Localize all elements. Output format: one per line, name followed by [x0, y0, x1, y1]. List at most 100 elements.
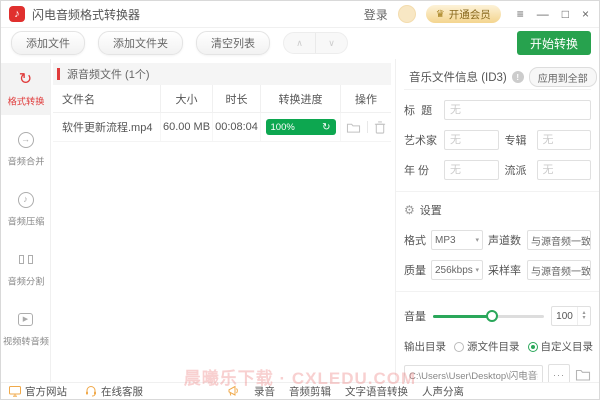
sidebar-item-format-convert[interactable]: ↻ 格式转换	[1, 63, 50, 115]
file-list-panel: 源音频文件 (1个) 文件名 大小 时长 转换进度 操作 软件更新流程.mp4 …	[53, 63, 391, 142]
monitor-icon	[9, 386, 21, 397]
add-file-button[interactable]: 添加文件	[11, 31, 85, 55]
spin-down-icon[interactable]: ▾	[582, 316, 585, 321]
title-field[interactable]	[444, 100, 591, 120]
volume-value: 100	[552, 311, 577, 322]
statusbar-link-tts[interactable]: 文字语音转换	[345, 384, 408, 399]
radio-source-label: 源文件目录	[467, 339, 520, 354]
open-output-folder-icon[interactable]	[575, 368, 591, 382]
file-list-header: 源音频文件 (1个)	[53, 63, 391, 85]
online-support-link[interactable]: 在线客服	[85, 384, 143, 399]
channels-value: 与源音频一致	[531, 233, 591, 248]
apply-all-button[interactable]: 应用到全部	[529, 67, 597, 87]
artist-field-label: 艺术家	[404, 132, 438, 148]
reconvert-icon[interactable]: ↻	[322, 122, 330, 133]
channels-select[interactable]: 与源音频一致 ▾	[527, 230, 591, 250]
id3-header: 音乐文件信息 (ID3) ! 应用到全部	[404, 65, 591, 90]
radio-checked-icon	[528, 342, 538, 352]
output-dir-label: 输出目录	[404, 339, 446, 354]
sidebar-item-label: 音频合并	[7, 153, 44, 167]
sidebar-item-label: 音频分割	[7, 273, 44, 287]
table-header: 文件名 大小 时长 转换进度 操作	[53, 85, 391, 113]
video-to-audio-icon: ▶	[18, 313, 33, 326]
genre-field[interactable]	[537, 160, 592, 180]
settings-header: ⚙ 设置	[404, 200, 591, 220]
crown-icon: ♛	[436, 9, 445, 20]
format-label: 格式	[404, 232, 426, 248]
open-folder-icon[interactable]	[346, 121, 361, 134]
format-select[interactable]: MP3 ▾	[431, 230, 483, 250]
gear-icon: ⚙	[404, 204, 415, 216]
genre-field-label: 流派	[505, 162, 531, 178]
samplerate-label: 采样率	[488, 262, 522, 278]
statusbar-link-record[interactable]: 录音	[254, 384, 275, 399]
chevron-down-icon: ▾	[475, 236, 479, 244]
login-link[interactable]: 登录	[364, 6, 388, 23]
radio-custom-dir[interactable]: 自定义目录	[528, 339, 594, 354]
divider	[367, 121, 368, 133]
sidebar-item-audio-split[interactable]: 音频分割	[1, 243, 50, 295]
sidebar-item-video-to-audio[interactable]: ▶ 视频转音频	[1, 303, 50, 355]
music-note-icon: ♪	[14, 8, 20, 20]
sidebar: ↻ 格式转换 → 音频合并 ♪ 音频压缩 音频分割 ▶ 视频转音频	[1, 59, 51, 383]
divider	[396, 191, 599, 192]
file-progress-cell: 100% ↻	[261, 113, 341, 141]
settings-panel: 音乐文件信息 (ID3) ! 应用到全部 标 题 艺术家 专辑 年 份 流派 ⚙…	[395, 59, 599, 383]
col-size: 大小	[161, 85, 213, 112]
vip-button[interactable]: ♛ 开通会员	[426, 5, 501, 23]
quality-select[interactable]: 256kbps ▾	[431, 260, 483, 280]
file-name: 软件更新流程.mp4	[53, 113, 161, 141]
vip-label: 开通会员	[449, 7, 491, 22]
delete-icon[interactable]	[374, 121, 386, 134]
start-convert-button[interactable]: 开始转换	[517, 31, 591, 55]
online-support-label: 在线客服	[101, 384, 143, 399]
table-row[interactable]: 软件更新流程.mp4 60.00 MB 00:08:04 100% ↻	[53, 113, 391, 142]
artist-field[interactable]	[444, 130, 499, 150]
quality-value: 256kbps	[435, 265, 473, 276]
volume-slider[interactable]	[433, 310, 544, 322]
toolbar: 添加文件 添加文件夹 清空列表 ∧ ∨ 开始转换	[1, 27, 599, 59]
avatar[interactable]	[398, 5, 416, 23]
file-list-title: 源音频文件 (1个)	[67, 66, 150, 82]
info-icon: !	[512, 71, 524, 83]
clear-list-button[interactable]: 清空列表	[196, 31, 270, 55]
audio-merge-icon: →	[18, 132, 34, 148]
titlebar: ♪ 闪电音频格式转换器 登录 ♛ 开通会员 ≡ — □ ×	[1, 1, 599, 28]
samplerate-select[interactable]: 与源音频一致 ▾	[527, 260, 591, 280]
app-title: 闪电音频格式转换器	[32, 6, 140, 23]
statusbar: 官方网站 在线客服 录音 音频剪辑 文字语音转换 人声分离	[1, 382, 599, 399]
file-duration: 00:08:04	[213, 113, 261, 141]
move-up-button[interactable]: ∧	[284, 33, 316, 53]
volume-input[interactable]: 100 ▴ ▾	[551, 306, 591, 326]
headset-icon	[85, 385, 97, 397]
slider-fill	[433, 315, 492, 318]
radio-custom-label: 自定义目录	[541, 339, 594, 354]
maximize-button[interactable]: □	[562, 7, 569, 21]
year-field[interactable]	[444, 160, 499, 180]
radio-icon	[454, 342, 464, 352]
radio-source-dir[interactable]: 源文件目录	[454, 339, 520, 354]
close-button[interactable]: ×	[582, 7, 589, 21]
col-filename: 文件名	[53, 85, 161, 112]
official-website-link[interactable]: 官方网站	[9, 384, 67, 399]
audio-compress-icon: ♪	[18, 192, 34, 208]
statusbar-link-audio-edit[interactable]: 音频剪辑	[289, 384, 331, 399]
format-convert-icon: ↻	[19, 71, 32, 89]
col-duration: 时长	[213, 85, 261, 112]
album-field[interactable]	[537, 130, 592, 150]
add-folder-button[interactable]: 添加文件夹	[98, 31, 183, 55]
reorder-control: ∧ ∨	[283, 32, 348, 54]
statusbar-link-vocal-separation[interactable]: 人声分离	[422, 384, 464, 399]
format-value: MP3	[435, 235, 456, 246]
chevron-down-icon: ∨	[328, 38, 335, 49]
menu-icon[interactable]: ≡	[517, 7, 524, 21]
spinner-arrows[interactable]: ▴ ▾	[577, 307, 590, 325]
slider-knob[interactable]	[486, 310, 498, 322]
album-field-label: 专辑	[505, 132, 531, 148]
minimize-button[interactable]: —	[537, 7, 549, 21]
channels-label: 声道数	[488, 232, 522, 248]
sidebar-item-audio-merge[interactable]: → 音频合并	[1, 123, 50, 175]
settings-title: 设置	[420, 202, 442, 218]
sidebar-item-audio-compress[interactable]: ♪ 音频压缩	[1, 183, 50, 235]
move-down-button[interactable]: ∨	[316, 33, 347, 53]
